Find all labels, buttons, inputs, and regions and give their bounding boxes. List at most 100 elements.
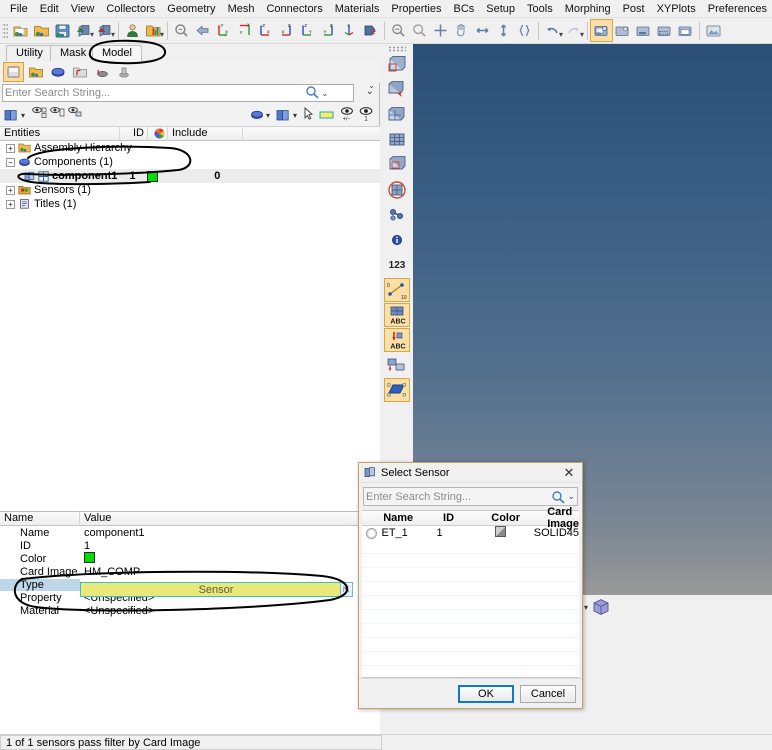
toggle-display-icon[interactable]: +/− xyxy=(339,105,356,125)
sensor-select-radio[interactable] xyxy=(366,527,378,539)
user-profile-icon[interactable] xyxy=(122,20,143,41)
tree-col-entities[interactable]: Entities xyxy=(0,126,120,141)
tree-col-include[interactable]: Include xyxy=(168,126,243,141)
import-model-icon[interactable] xyxy=(31,20,52,41)
menu-item-file[interactable]: File xyxy=(4,2,34,16)
menu-item-tools[interactable]: Tools xyxy=(521,2,559,16)
mesh-quality-panel-icon[interactable] xyxy=(384,153,410,177)
mesh-2d-panel-icon[interactable] xyxy=(384,103,410,127)
menu-item-preferences[interactable]: Preferences xyxy=(702,2,772,16)
empty-list-row[interactable] xyxy=(362,610,579,624)
select-sensor-dialog[interactable]: Select Sensor ✕ ⌄ Name ID Color Card Ima… xyxy=(358,462,583,709)
load-results-icon[interactable]: ▾ xyxy=(143,20,164,41)
solid-shading-icon[interactable] xyxy=(591,598,611,616)
tree-row-sensors[interactable]: + Sensors (1) xyxy=(0,183,380,197)
property-color-swatch[interactable] xyxy=(84,551,95,563)
reverse-display-icon[interactable] xyxy=(67,105,85,125)
import-solver-deck-icon[interactable]: ▾ xyxy=(94,20,115,41)
menu-item-bcs[interactable]: BCs xyxy=(448,2,481,16)
property-row-card-image[interactable]: Card Image HM_COMP xyxy=(0,565,380,578)
menu-item-xyplots[interactable]: XYPlots xyxy=(651,2,702,16)
sensor-list-table[interactable]: Name ID Color Card Image ET_1 1 SOLID45 xyxy=(362,506,579,680)
menu-item-materials[interactable]: Materials xyxy=(329,2,386,16)
isolate-icon[interactable] xyxy=(318,107,336,124)
toolbar-grip[interactable] xyxy=(388,46,406,52)
expander-minus-icon[interactable]: − xyxy=(6,157,15,167)
property-row-material[interactable]: Material <Unspecified> xyxy=(0,604,380,617)
pick-entity-icon[interactable] xyxy=(302,106,315,124)
zoom-in-icon[interactable] xyxy=(409,20,430,41)
cancel-button[interactable]: Cancel xyxy=(520,684,576,703)
tree-col-id[interactable]: ID xyxy=(120,126,148,141)
menu-item-setup[interactable]: Setup xyxy=(480,2,521,16)
property-value[interactable]: 1 xyxy=(80,540,380,552)
node-info-icon[interactable] xyxy=(384,228,410,252)
color-wheel-icon[interactable] xyxy=(148,126,168,141)
save-image-icon[interactable] xyxy=(590,19,613,42)
numbers-123-icon[interactable]: 123 xyxy=(384,253,410,277)
dialog-title-bar[interactable]: Select Sensor ✕ xyxy=(359,463,582,483)
menu-item-morphing[interactable]: Morphing xyxy=(559,2,617,16)
capture-window-icon[interactable] xyxy=(633,20,654,41)
property-value[interactable]: component1 xyxy=(80,527,380,539)
redo-icon[interactable]: ▾ xyxy=(563,20,584,41)
chevron-down-icon[interactable]: ▾ xyxy=(580,30,584,39)
translate-entity-icon[interactable] xyxy=(384,353,410,377)
view-zx-icon[interactable]: ZX xyxy=(255,20,276,41)
zoom-window-icon[interactable] xyxy=(430,20,451,41)
view-iso-icon[interactable]: Z xyxy=(339,20,360,41)
prop-col-value[interactable]: Value xyxy=(80,511,380,526)
view-zy-icon[interactable]: ZY xyxy=(297,20,318,41)
prop-col-name[interactable]: Name xyxy=(0,511,80,526)
toolbar-grip[interactable] xyxy=(2,21,8,40)
property-row-id[interactable]: ID 1 xyxy=(0,539,380,552)
assembly-browser-icon[interactable] xyxy=(25,62,46,82)
double-chevron-icon[interactable]: ⌄̌ xyxy=(366,86,374,97)
type-value-combo[interactable]: Sensor xyxy=(80,582,352,597)
measure-distance-icon[interactable]: 0 10 xyxy=(384,278,410,302)
menu-item-mesh[interactable]: Mesh xyxy=(222,2,261,16)
menu-item-geometry[interactable]: Geometry xyxy=(161,2,221,16)
property-row-name[interactable]: Name component1 xyxy=(0,526,380,539)
mesh-3d-panel-icon[interactable] xyxy=(384,128,410,152)
property-row-color[interactable]: Color xyxy=(0,551,380,565)
tab-model[interactable]: Model xyxy=(92,45,142,61)
connectors-panel-icon[interactable] xyxy=(384,203,410,227)
empty-list-row[interactable] xyxy=(362,568,579,582)
image-settings-icon[interactable] xyxy=(703,20,724,41)
sensor-col-id[interactable]: ID xyxy=(443,512,491,524)
view-xz-icon[interactable]: ZX xyxy=(276,20,297,41)
menu-item-post[interactable]: Post xyxy=(617,2,651,16)
undo-icon[interactable]: ▾ xyxy=(542,20,563,41)
load-step-browser-icon[interactable] xyxy=(91,62,112,82)
search-field-wrapper[interactable]: ⌄ xyxy=(2,84,354,102)
pan-icon[interactable] xyxy=(451,20,472,41)
surface-edit-icon[interactable] xyxy=(384,378,410,402)
component-color-icon[interactable]: ▾ xyxy=(274,107,297,124)
tab-utility[interactable]: Utility xyxy=(6,45,53,61)
expander-plus-icon[interactable]: + xyxy=(6,185,15,195)
sensor-row-color-swatch[interactable] xyxy=(494,526,506,537)
search-icon[interactable] xyxy=(305,85,319,102)
hide-all-icon[interactable] xyxy=(49,105,67,125)
component-color-swatch[interactable] xyxy=(147,170,159,182)
capture-graphics-icon[interactable] xyxy=(612,20,633,41)
close-icon[interactable]: ✕ xyxy=(560,465,578,481)
empty-list-row[interactable] xyxy=(362,554,579,568)
dialog-search-input[interactable] xyxy=(366,490,541,503)
element-color-icon[interactable]: ▾ xyxy=(249,108,270,122)
search-dropdown-icon[interactable]: ⌄ xyxy=(321,88,329,99)
search-icon[interactable] xyxy=(551,490,566,504)
property-value[interactable]: HM_COMP xyxy=(80,566,380,578)
tree-row-assembly-hierarchy[interactable]: + Assembly Hierarchy xyxy=(0,141,380,155)
chevron-down-icon[interactable]: ▾ xyxy=(160,30,164,39)
include-browser-icon[interactable] xyxy=(69,62,90,82)
brackets-icon[interactable] xyxy=(514,20,535,41)
menu-item-connectors[interactable]: Connectors xyxy=(260,2,328,16)
dialog-search-dropdown-icon[interactable]: ⌄ xyxy=(567,491,575,502)
node-label-abc-icon[interactable]: ABC xyxy=(384,328,410,352)
empty-list-row[interactable] xyxy=(362,540,579,554)
display-mode-icon[interactable]: 1 xyxy=(358,105,375,125)
expander-plus-icon[interactable]: + xyxy=(6,199,15,209)
empty-list-row[interactable] xyxy=(362,596,579,610)
